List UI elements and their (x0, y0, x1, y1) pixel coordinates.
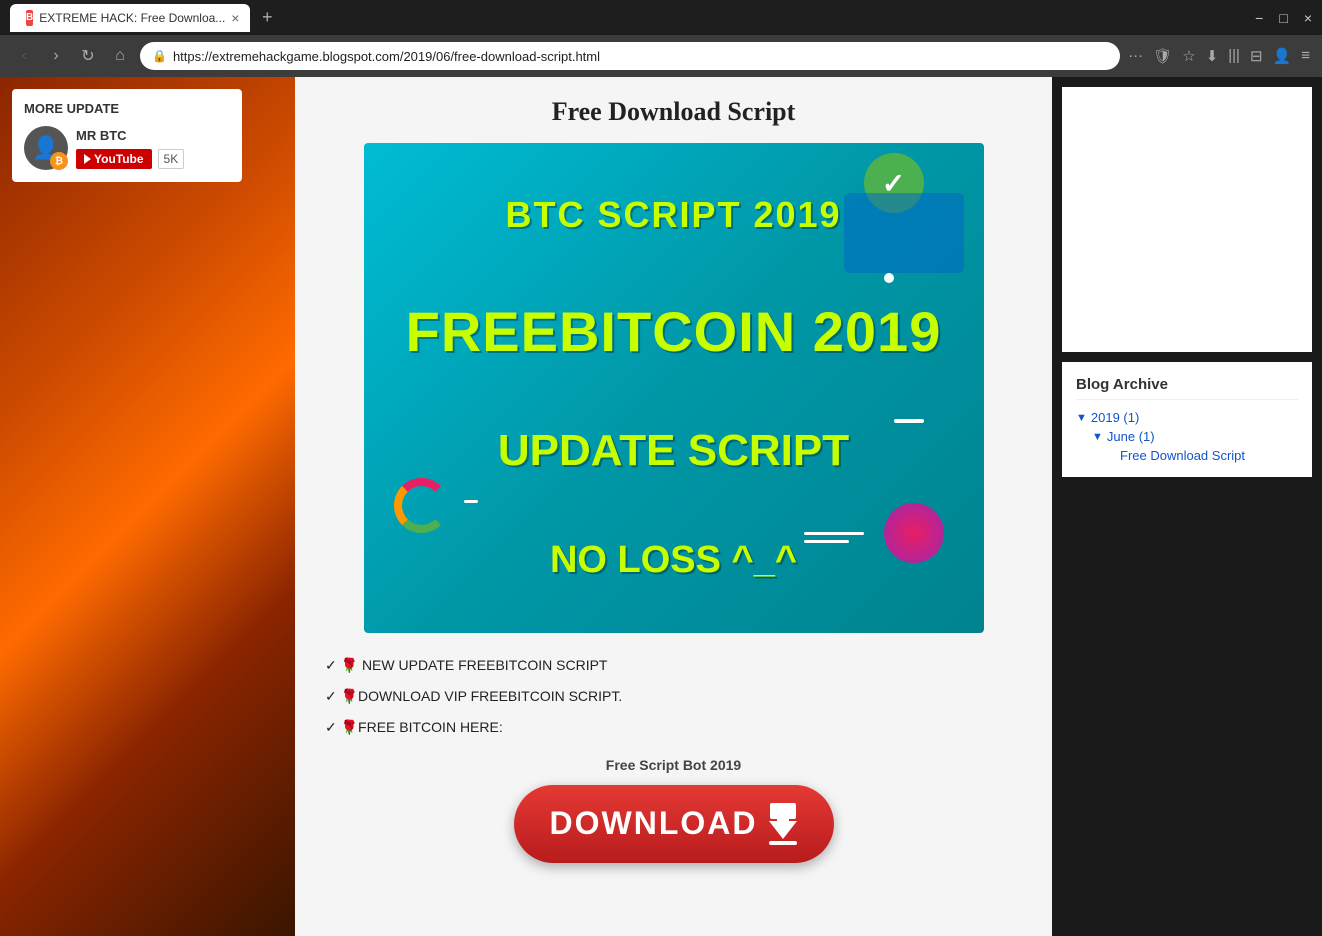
archive-year-label: 2019 (1) (1091, 410, 1139, 425)
archive-sub: ▼ June (1) Free Download Script (1092, 429, 1298, 463)
browser-chrome: B EXTREME HACK: Free Downloa... × + − □ … (0, 0, 1322, 77)
page-wrapper: MORE UPDATE 👤 ₿ MR BTC YouTube 5K (0, 77, 1322, 936)
body-line-1: ✓ 🌹 NEW UPDATE FREEBITCOIN SCRIPT (325, 653, 1022, 678)
dash-minus-deco (894, 419, 924, 423)
address-bar[interactable]: 🔒 https://extremehackgame.blogspot.com/2… (140, 42, 1120, 70)
blue-rect-deco (844, 193, 964, 273)
reading-list-button[interactable]: ||| (1228, 47, 1240, 65)
lock-icon: 🔒 (152, 49, 167, 63)
nav-bar: ‹ › ↻ ⌂ 🔒 https://extremehackgame.blogsp… (0, 35, 1322, 77)
youtube-play-icon (84, 154, 91, 164)
more-update-box: MORE UPDATE 👤 ₿ MR BTC YouTube 5K (12, 89, 242, 182)
ad-box (1062, 87, 1312, 352)
bookmark-button[interactable]: ☆ (1182, 47, 1195, 65)
forward-button[interactable]: › (44, 44, 68, 68)
archive-year[interactable]: ▼ 2019 (1) (1076, 410, 1298, 425)
author-info: MR BTC YouTube 5K (76, 128, 184, 169)
left-sidebar: MORE UPDATE 👤 ₿ MR BTC YouTube 5K (0, 77, 295, 936)
dash-white-deco (464, 500, 478, 503)
nav-actions: ··· 🛡 ☆ ⬇ ||| ⊟ 👤 ≡ (1128, 47, 1310, 65)
dash-w1 (804, 532, 864, 535)
download-button[interactable]: DOWNLOAD (514, 785, 834, 863)
maximize-button[interactable]: □ (1279, 10, 1287, 26)
url-text: https://extremehackgame.blogspot.com/201… (173, 49, 1108, 64)
blog-archive-title: Blog Archive (1076, 376, 1298, 400)
author-avatar: 👤 ₿ (24, 126, 68, 170)
banner-text-1: BTC SCRIPT 2019 (505, 194, 841, 236)
dl-icon-base (769, 841, 797, 845)
body-line-3: ✓ 🌹FREE BITCOIN HERE: (325, 715, 1022, 740)
year-arrow-icon: ▼ (1076, 412, 1087, 424)
dash-w2 (804, 540, 849, 543)
banner-image: ✓ BTC SCRIPT 2019 FREEBITCOIN 2019 UPDAT… (364, 143, 984, 633)
dash-group-deco (804, 532, 864, 543)
bitcoin-badge: ₿ (50, 152, 68, 170)
tab-close-button[interactable]: × (231, 10, 239, 26)
menu-button[interactable]: ≡ (1301, 47, 1310, 65)
subscriber-count: 5K (158, 149, 185, 169)
banner-text-4: NO LOSS ^_^ (550, 539, 797, 582)
more-update-title: MORE UPDATE (24, 101, 230, 116)
download-btn-text: DOWNLOAD (544, 803, 804, 845)
youtube-button[interactable]: YouTube (76, 149, 152, 169)
home-button[interactable]: ⌂ (108, 44, 132, 68)
circle-ring-deco (394, 478, 449, 533)
window-controls: − □ × (1255, 10, 1312, 26)
download-button[interactable]: ⬇ (1206, 47, 1219, 65)
shield-button[interactable]: 🛡 (1153, 47, 1172, 65)
youtube-label: YouTube (94, 152, 144, 166)
author-name: MR BTC (76, 128, 184, 143)
archive-month-label: June (1) (1107, 429, 1155, 444)
new-tab-button[interactable]: + (262, 7, 273, 28)
month-arrow-icon: ▼ (1092, 431, 1103, 443)
tabs-button[interactable]: ⊟ (1250, 47, 1263, 65)
page-title: Free Download Script (325, 97, 1022, 127)
banner-content: ✓ BTC SCRIPT 2019 FREEBITCOIN 2019 UPDAT… (364, 143, 984, 633)
free-script-label: Free Script Bot 2019 (325, 757, 1022, 773)
author-row: 👤 ₿ MR BTC YouTube 5K (24, 126, 230, 170)
title-bar: B EXTREME HACK: Free Downloa... × + − □ … (0, 0, 1322, 35)
circle-magenta-deco (884, 503, 944, 563)
more-options-button[interactable]: ··· (1128, 47, 1143, 65)
youtube-btn-row: YouTube 5K (76, 149, 184, 169)
blog-archive-box: Blog Archive ▼ 2019 (1) ▼ June (1) Free … (1062, 362, 1312, 477)
main-content: Free Download Script ✓ BTC SCRIPT 2019 F… (295, 77, 1052, 936)
tab-title: EXTREME HACK: Free Downloa... (39, 11, 225, 25)
archive-month[interactable]: ▼ June (1) (1092, 429, 1298, 444)
banner-text-2: FREEBITCOIN 2019 (406, 299, 942, 364)
download-label: DOWNLOAD (550, 805, 758, 842)
dl-icon-arrow (769, 821, 797, 839)
right-sidebar: Blog Archive ▼ 2019 (1) ▼ June (1) Free … (1052, 77, 1322, 936)
archive-post-link[interactable]: Free Download Script (1120, 448, 1298, 463)
browser-tab[interactable]: B EXTREME HACK: Free Downloa... × (10, 4, 250, 32)
banner-text-3: UPDATE SCRIPT (498, 426, 849, 476)
tab-favicon: B (26, 10, 33, 26)
minimize-button[interactable]: − (1255, 10, 1263, 26)
post-body: ✓ 🌹 NEW UPDATE FREEBITCOIN SCRIPT ✓ 🌹DOW… (325, 653, 1022, 741)
refresh-button[interactable]: ↻ (76, 44, 100, 68)
profile-button[interactable]: 👤 (1273, 47, 1292, 65)
body-line-2: ✓ 🌹DOWNLOAD VIP FREEBITCOIN SCRIPT. (325, 684, 1022, 709)
back-button[interactable]: ‹ (12, 44, 36, 68)
dot-white-deco (884, 273, 894, 283)
close-button[interactable]: × (1304, 10, 1312, 26)
